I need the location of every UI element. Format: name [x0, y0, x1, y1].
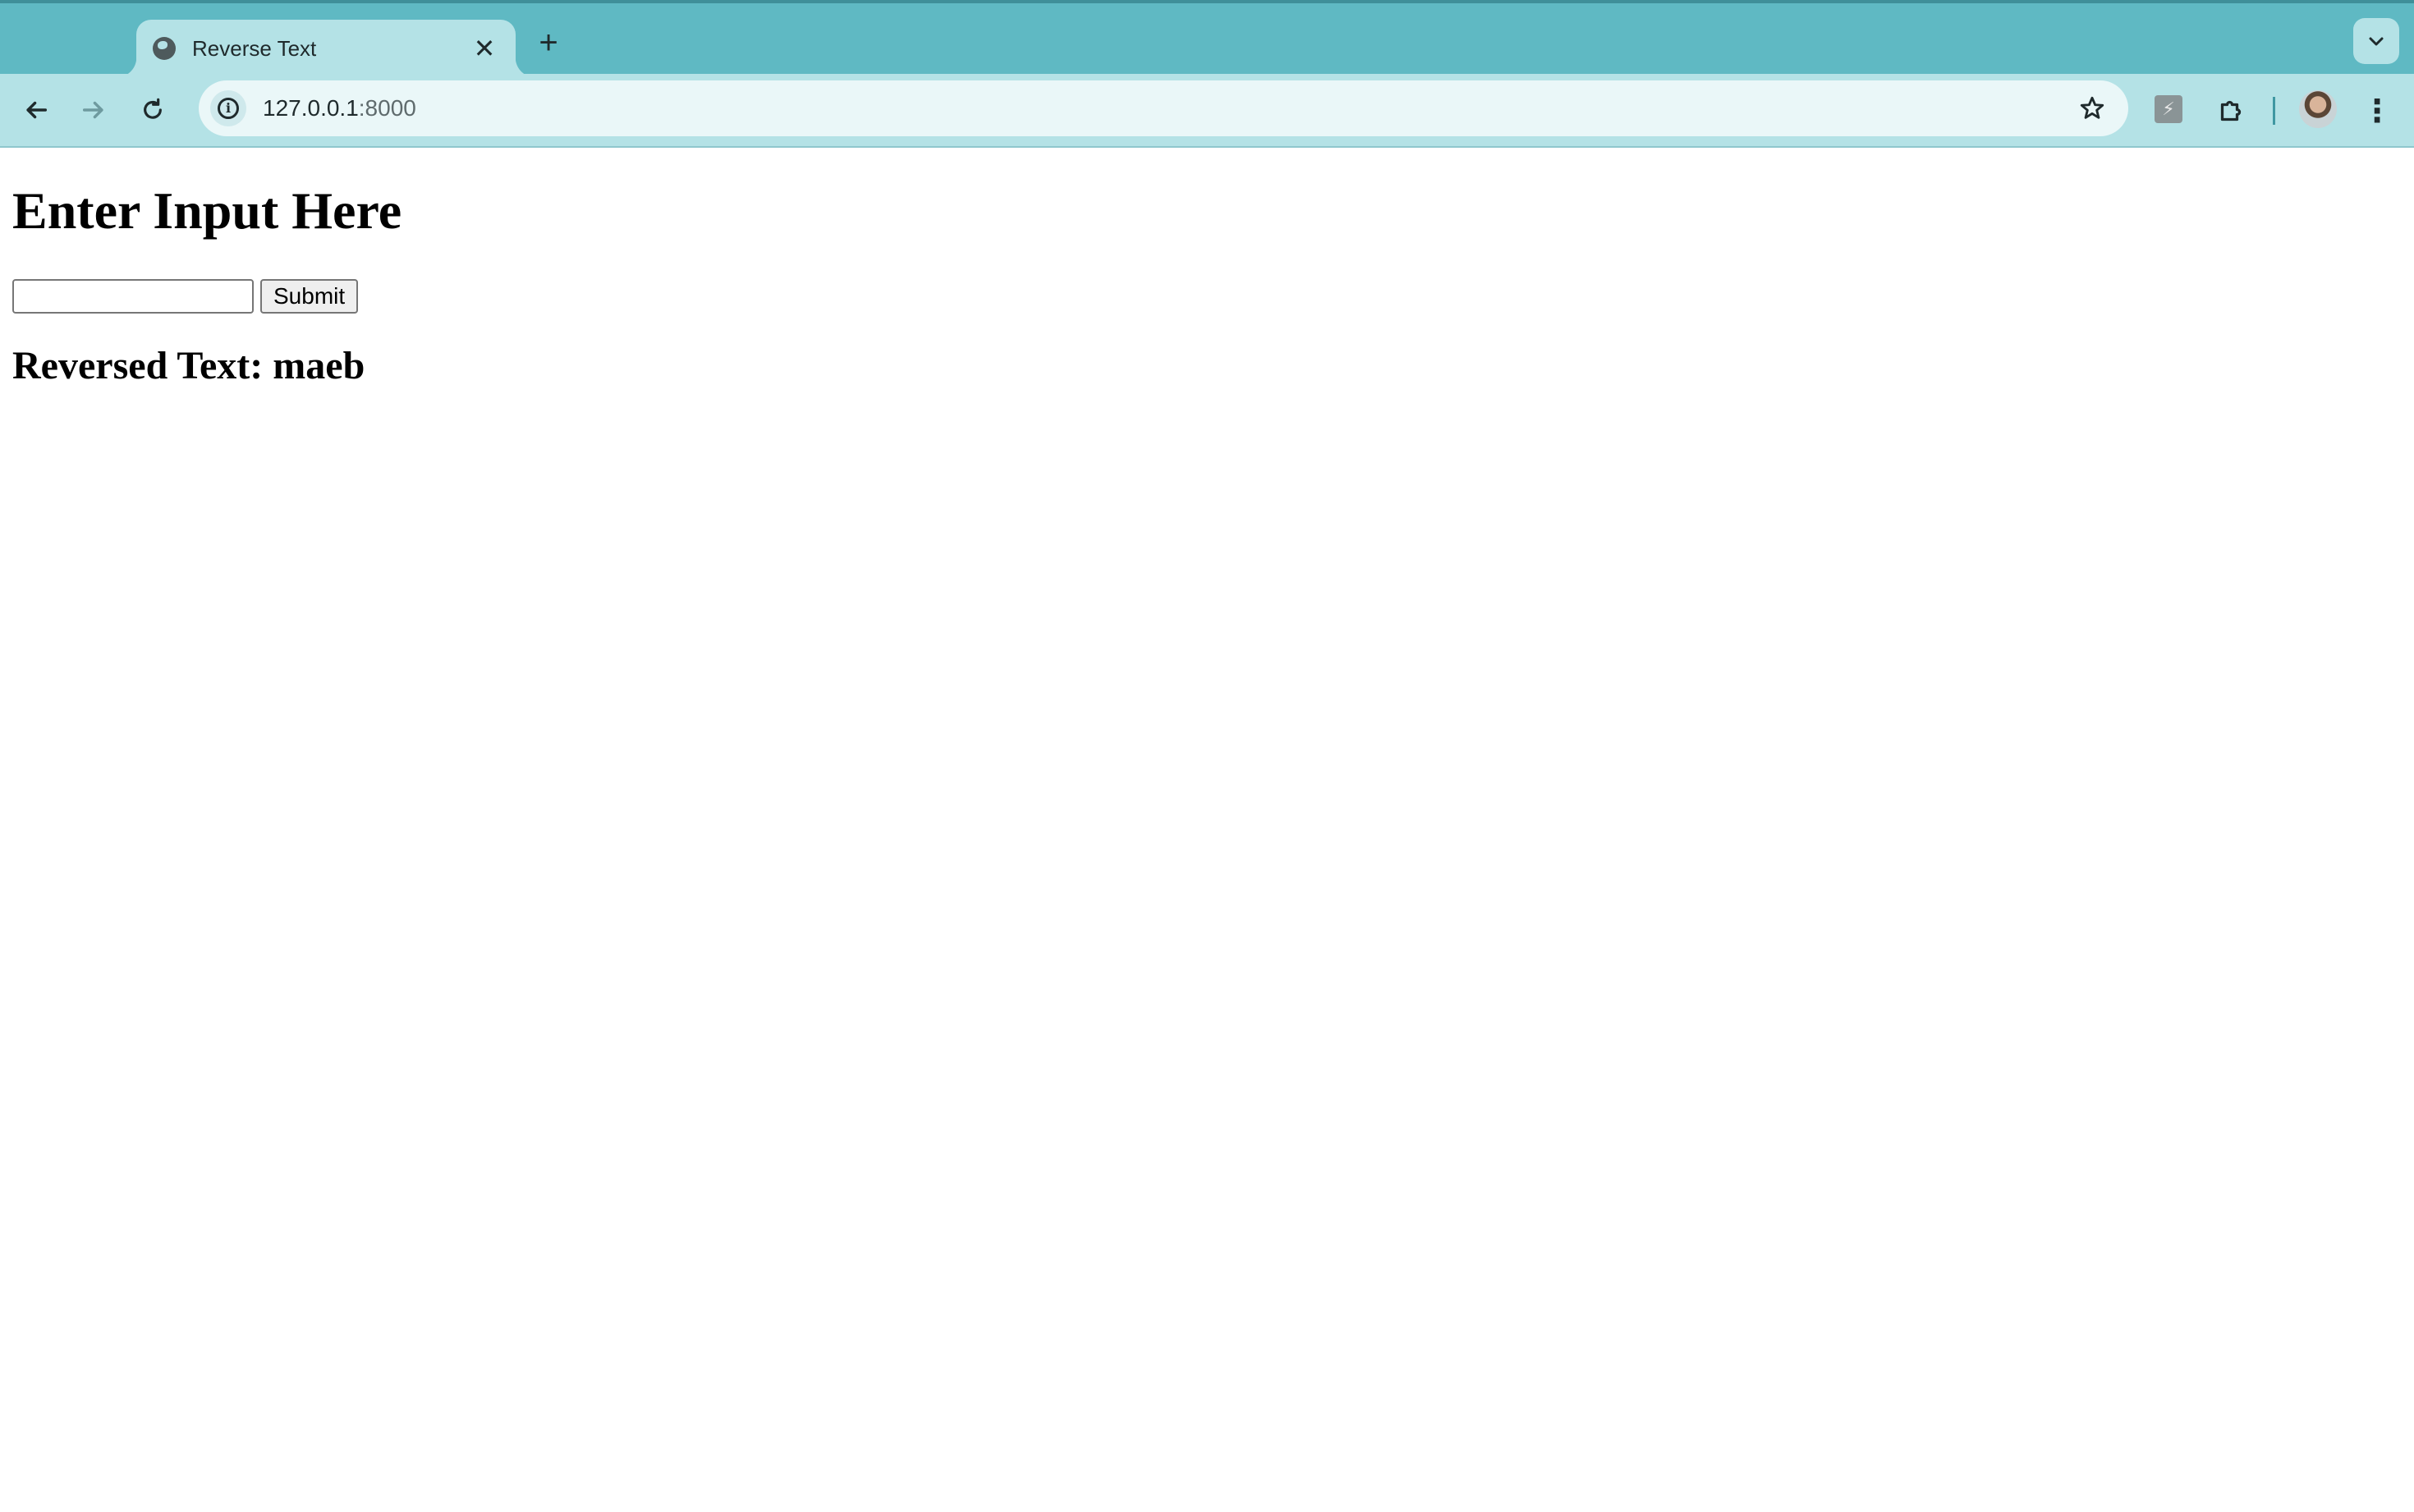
submit-button[interactable]: Submit: [260, 279, 359, 314]
back-arrow-icon[interactable]: [15, 89, 57, 131]
forward-arrow-icon[interactable]: [72, 89, 115, 131]
extension-icon[interactable]: ⚡: [2155, 95, 2182, 123]
toolbar: i 127.0.0.1:8000 ⚡ ⋮: [0, 74, 2414, 148]
tab-strip: Reverse Text ✕ +: [0, 0, 2414, 77]
text-input[interactable]: [12, 279, 254, 314]
result-value: maeb: [273, 344, 365, 387]
plus-icon[interactable]: +: [529, 23, 568, 62]
tab-reverse-text[interactable]: Reverse Text ✕: [117, 20, 535, 77]
result-heading: Reversed Text: maeb: [12, 343, 365, 388]
page-content: Enter Input Here Submit Reversed Text: m…: [0, 148, 2414, 1512]
result-label: Reversed Text:: [12, 344, 264, 387]
reload-icon[interactable]: [131, 89, 174, 131]
tab-title: Reverse Text: [192, 35, 317, 61]
globe-icon: [153, 37, 176, 60]
browser-window: Reverse Text ✕ + i 127.0.0.1:8000 ⚡ ⋮ En…: [0, 0, 2414, 1512]
url-text[interactable]: 127.0.0.1:8000: [263, 95, 2071, 121]
puzzle-icon[interactable]: [2210, 90, 2251, 131]
toolbar-divider: [2273, 97, 2275, 125]
page-title: Enter Input Here: [12, 181, 402, 240]
close-icon[interactable]: ✕: [470, 34, 499, 63]
info-icon[interactable]: i: [210, 90, 246, 126]
reverse-form: Submit: [12, 279, 359, 314]
kebab-menu-icon[interactable]: ⋮: [2357, 90, 2398, 131]
star-icon[interactable]: [2071, 87, 2113, 130]
avatar[interactable]: [2299, 90, 2337, 128]
chevron-down-icon[interactable]: [2353, 18, 2399, 64]
address-bar[interactable]: i 127.0.0.1:8000: [199, 80, 2128, 136]
